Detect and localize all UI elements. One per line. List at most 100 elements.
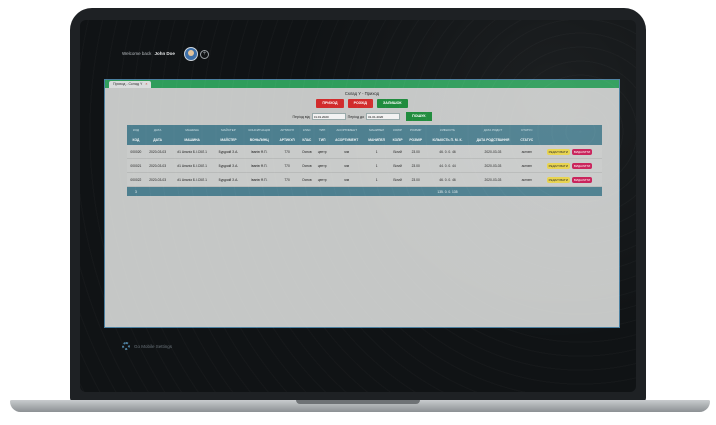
delete-button[interactable]: ВИДАЛИТИ (571, 148, 593, 155)
filter-cell[interactable]: КЛАС (298, 125, 315, 135)
delete-button[interactable]: ВИДАЛИТИ (571, 176, 593, 183)
filter-cell[interactable]: МАНИПЕЛ (363, 125, 390, 135)
filter-cell[interactable]: АРТИКУЛ (275, 125, 299, 135)
cell-date: 2020-03-03 (144, 158, 171, 173)
cell-color: Білий (389, 172, 406, 187)
cell-qty: 44. 0. 0. 44 (425, 158, 470, 173)
close-icon[interactable]: × (145, 82, 147, 86)
search-button[interactable]: ПОШУК (406, 112, 432, 121)
welcome-prefix: Welcome back (122, 51, 152, 56)
cell-class: Основ (298, 145, 315, 159)
cell-class: Основ (298, 172, 315, 187)
page-title: Склад Y - Приход (344, 91, 380, 96)
col-header[interactable]: КЛАС (298, 135, 315, 145)
table-row[interactable]: 000020 2020-03-03 #1 Аналіз Б.І.СКЛ.1 Бу… (127, 145, 602, 159)
filter-cell[interactable]: КІЛЬКІСТЬ (425, 125, 470, 135)
col-header[interactable]: СТАТУС (516, 135, 537, 145)
footer-count: 3 (127, 186, 145, 196)
cell-assortment: мм (329, 145, 364, 159)
filter-cell[interactable]: АСОРТИМЕНТ (329, 125, 364, 135)
filter-cell[interactable]: КОНСИГНАЦІЯ (243, 125, 276, 135)
filter-cell[interactable]: МАЙСТЕР (213, 125, 244, 135)
col-header[interactable]: ДАТА РОДСТВАННЯ (469, 135, 517, 145)
cell-status: активн (516, 172, 537, 187)
delete-button[interactable]: ВИДАЛИТИ (571, 162, 593, 169)
cell-date: 2020-03-03 (144, 145, 171, 159)
cell-type: центр (314, 145, 330, 159)
col-header[interactable]: МАЙСТЕР (213, 135, 244, 145)
cell-size: 23.00 (405, 158, 426, 173)
col-header[interactable]: КОД (127, 135, 145, 145)
filter-cell[interactable]: ДАТА (144, 125, 171, 135)
edit-button[interactable]: РЕДАГУВАТИ (546, 162, 570, 169)
filter-cell[interactable]: КОЛІР (389, 125, 406, 135)
col-header[interactable]: КОЛІР (389, 135, 406, 145)
cell-code: 000021 (127, 158, 145, 173)
filter-cell[interactable]: МАШИНА (170, 125, 214, 135)
period-to-label: Період до (347, 114, 365, 119)
cell-type: центр (314, 158, 330, 173)
avatar[interactable] (184, 47, 198, 61)
table-footer: 3 135. 0. 0. 135 (127, 186, 602, 196)
cell-master: Бурдзий З.А. (213, 172, 244, 187)
col-header[interactable]: ВОНЬЛИНЦ (243, 135, 276, 145)
cell-vol: Іванів Ф.П. (243, 158, 276, 173)
cell-machine: #1 Аналіз Б.І.СКЛ.1 (170, 172, 214, 187)
col-header[interactable]: МАШИНА (170, 135, 214, 145)
cell-date-prod: 2020-03-03 (469, 172, 517, 187)
rozkhid-button[interactable]: РОЗХІД (347, 99, 373, 108)
zalyshok-button[interactable]: ЗАЛИШОК (376, 99, 408, 108)
prykhid-button[interactable]: ПРИХОД (316, 99, 344, 108)
filter-cell[interactable]: ТИП (314, 125, 330, 135)
edit-button[interactable]: РЕДАГУВАТИ (546, 176, 570, 183)
cell-size: 23.00 (405, 172, 426, 187)
table-row[interactable]: 000021 2020-03-03 #1 Аналіз Б.І.СКЛ.1 Бу… (127, 158, 602, 173)
col-header[interactable]: ДАТА (144, 135, 171, 145)
add-button[interactable]: + (200, 50, 209, 59)
cell-article: 770 (275, 172, 299, 187)
cell-actions: РЕДАГУВАТИ ВИДАЛИТИ (536, 172, 602, 187)
col-header[interactable]: МАНИПЕЛ (363, 135, 390, 145)
laptop-notch (296, 400, 420, 404)
col-header[interactable]: АСОРТИМЕНТ (329, 135, 364, 145)
filter-cell[interactable]: СТАТУС (516, 125, 537, 135)
cell-type: центр (314, 172, 330, 187)
header-row: КОД ДАТА МАШИНА МАЙСТЕР ВОНЬЛИНЦ АРТИКУЛ… (127, 135, 602, 145)
cell-manipel: 1 (363, 145, 390, 159)
col-header[interactable]: ТИП (314, 135, 330, 145)
gear-icon (122, 342, 130, 350)
col-header-actions (536, 135, 602, 145)
col-header[interactable]: КІЛЬКІСТЬ П. М. К. (425, 135, 470, 145)
table-row[interactable]: 000022 2020-03-03 #1 Аналіз Б.І.СКЛ.1 Бу… (127, 172, 602, 187)
col-header[interactable]: РОЗМІР (405, 135, 426, 145)
col-header[interactable]: АРТИКУЛ (275, 135, 299, 145)
cell-status: активн (516, 158, 537, 173)
cell-class: Основ (298, 158, 315, 173)
cell-qty: 46. 0. 0. 46 (425, 145, 470, 159)
cell-date-prod: 2020-03-03 (469, 158, 517, 173)
cell-article: 770 (275, 145, 299, 159)
toolbar: ПРИХОД РОЗХІД ЗАЛИШОК (105, 99, 619, 108)
cell-size: 23.00 (405, 145, 426, 159)
period-from-input[interactable] (311, 113, 346, 120)
filter-cell[interactable]: КОД (127, 125, 145, 135)
welcome-text: Welcome back John Doe (122, 51, 175, 56)
mobile-settings-link[interactable]: Go Mobile Settings (122, 342, 172, 350)
cell-code: 000022 (127, 172, 145, 187)
edit-button[interactable]: РЕДАГУВАТИ (546, 148, 570, 155)
filter-cell-actions (536, 125, 602, 135)
footer-spacer (144, 186, 426, 196)
cell-actions: РЕДАГУВАТИ ВИДАЛИТИ (536, 145, 602, 159)
cell-machine: #1 Аналіз Б.І.СКЛ.1 (170, 158, 214, 173)
app-window: Приход - Склад Y × Склад Y - Приход ПРИХО… (104, 79, 620, 328)
filter-cell[interactable]: ДАТА РОДСТ (469, 125, 517, 135)
screen: Welcome back John Doe + Приход - Склад Y… (80, 20, 636, 392)
cell-code: 000020 (127, 145, 145, 159)
data-table: КОД ДАТА МАШИНА МАЙСТЕР КОНСИГНАЦІЯ АРТИ… (127, 125, 602, 196)
footer-total: 135. 0. 0. 135 (425, 186, 470, 196)
cell-date: 2020-03-03 (144, 172, 171, 187)
tab-prykhid[interactable]: Приход - Склад Y × (109, 81, 152, 88)
filter-cell[interactable]: РОЗМІР (405, 125, 426, 135)
period-to-input[interactable] (366, 113, 401, 120)
cell-article: 770 (275, 158, 299, 173)
